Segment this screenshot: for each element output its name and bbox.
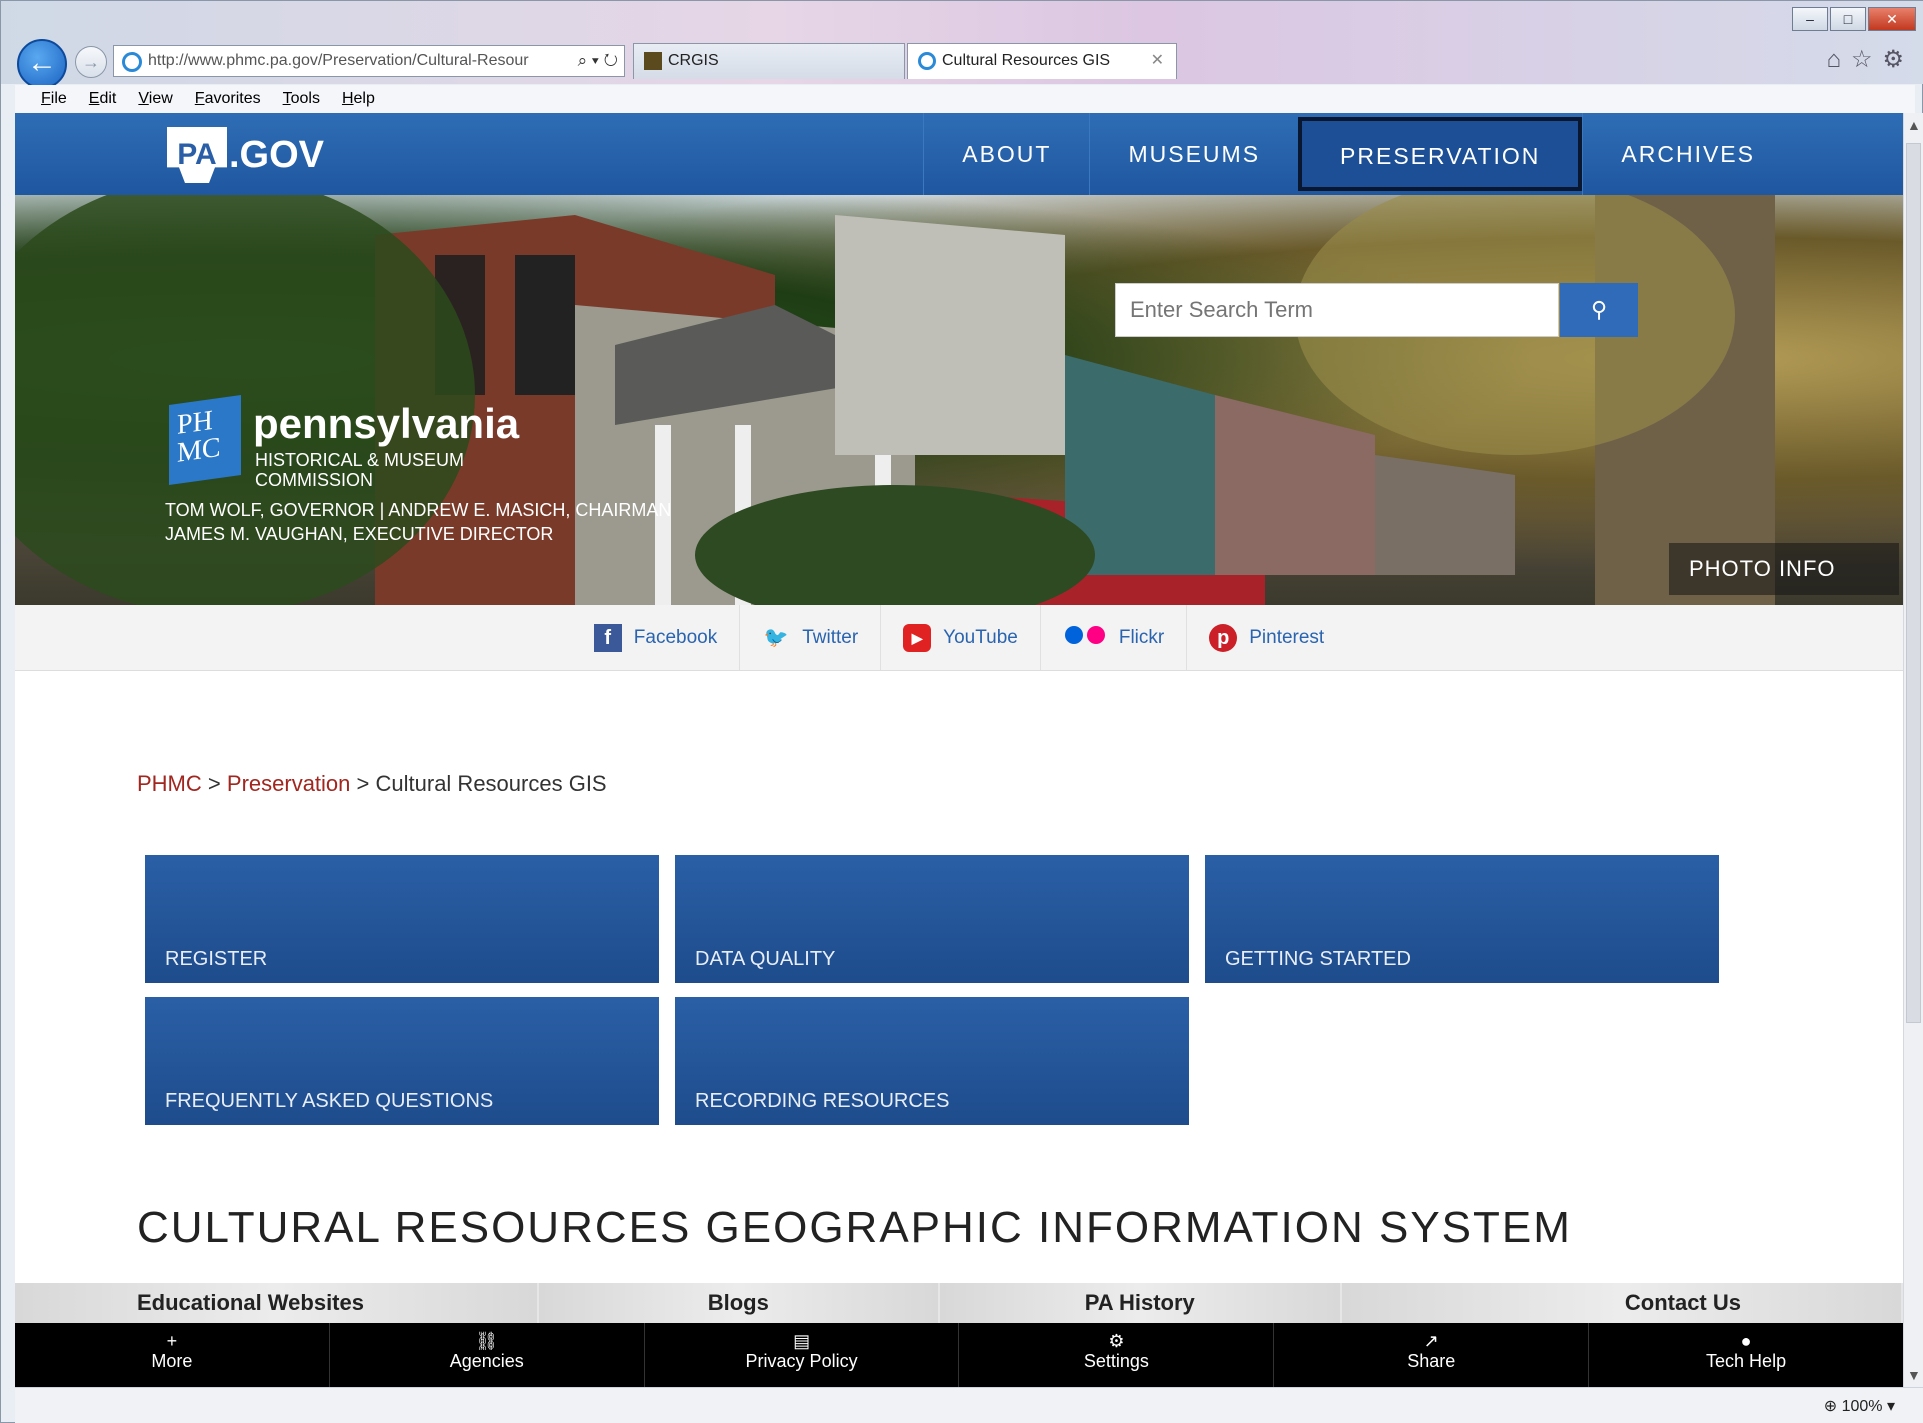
menu-tools[interactable]: Tools xyxy=(283,90,320,108)
footer-tech-help[interactable]: ● Tech Help xyxy=(1589,1323,1903,1387)
maximize-button[interactable]: □ xyxy=(1830,7,1866,31)
pa-gov-logo[interactable]: PA .GOV xyxy=(167,127,324,183)
footer-pa-history[interactable]: PA History xyxy=(940,1283,1340,1323)
zoom-icon: ⊕ xyxy=(1823,1398,1838,1415)
breadcrumb-phmc[interactable]: PHMC xyxy=(137,771,202,796)
youtube-icon: ▶ xyxy=(903,623,932,652)
officials-line-2: JAMES M. VAUGHAN, EXECUTIVE DIRECTOR xyxy=(165,524,554,544)
favorites-star-icon[interactable]: ☆ xyxy=(1851,46,1883,73)
twitter-icon: 🐦 xyxy=(763,626,789,649)
social-pinterest[interactable]: p Pinterest xyxy=(1187,605,1346,670)
tile-register[interactable]: REGISTER xyxy=(145,855,659,983)
address-text: http://www.phmc.pa.gov/Preservation/Cult… xyxy=(148,52,529,69)
tab-crgis[interactable]: CRGIS xyxy=(633,43,905,79)
social-twitter[interactable]: 🐦 Twitter xyxy=(740,605,882,670)
footer-educational-websites[interactable]: Educational Websites xyxy=(15,1283,537,1323)
menu-file[interactable]: File xyxy=(41,90,67,108)
plus-icon: + xyxy=(166,1331,178,1351)
social-facebook[interactable]: f Facebook xyxy=(572,605,741,670)
nav-about[interactable]: ABOUT xyxy=(923,113,1089,195)
keystone-icon: PA xyxy=(167,127,227,183)
gear-icon: ⚙ xyxy=(1108,1331,1125,1351)
gear-icon[interactable]: ⚙ xyxy=(1882,46,1914,73)
chat-icon: ● xyxy=(1740,1331,1752,1351)
menu-favorites[interactable]: Favorites xyxy=(195,90,261,108)
nav-museums[interactable]: MUSEUMS xyxy=(1089,113,1298,195)
scroll-up-icon[interactable]: ▲ xyxy=(1907,117,1921,133)
scroll-down-icon[interactable]: ▼ xyxy=(1907,1367,1921,1383)
breadcrumb: PHMC > Preservation > Cultural Resources… xyxy=(137,771,607,796)
tile-faq[interactable]: FREQUENTLY ASKED QUESTIONS xyxy=(145,997,659,1125)
search-input[interactable] xyxy=(1115,283,1559,337)
search-button[interactable]: ⚲ xyxy=(1560,283,1638,337)
browser-window: – □ ✕ ← → http://www.phmc.pa.gov/Preserv… xyxy=(0,0,1923,1423)
nav-archives[interactable]: ARCHIVES xyxy=(1582,113,1793,195)
page-title: CULTURAL RESOURCES GEOGRAPHIC INFORMATIO… xyxy=(137,1203,1572,1252)
address-tools-icon[interactable]: ⌕ ▾ ↻ xyxy=(578,46,618,76)
social-bar: f Facebook 🐦 Twitter ▶ YouTube Flickr p Pint… xyxy=(15,605,1903,671)
window-controls: – □ ✕ xyxy=(1790,7,1916,31)
social-youtube[interactable]: ▶ YouTube xyxy=(881,605,1041,670)
back-button[interactable]: ← xyxy=(17,39,67,89)
tile-data-quality[interactable]: DATA QUALITY xyxy=(675,855,1189,983)
menu-bar: File Edit View Favorites Tools Help xyxy=(15,85,1915,113)
footer-agencies[interactable]: ⛓ Agencies xyxy=(330,1323,645,1387)
flickr-icon xyxy=(1063,624,1107,652)
zoom-control[interactable]: ⊕ 100% ▾ xyxy=(1824,1396,1895,1416)
home-icon[interactable]: ⌂ xyxy=(1826,46,1851,73)
search-icon: ⚲ xyxy=(1590,297,1608,322)
browser-right-icons: ⌂☆⚙ xyxy=(1826,45,1914,74)
close-button[interactable]: ✕ xyxy=(1868,7,1916,31)
vertical-scrollbar[interactable]: ▲ ▼ xyxy=(1903,113,1923,1387)
page-viewport: PA .GOV ABOUT MUSEUMS PRESERVATION ARCHI… xyxy=(15,113,1903,1387)
tab-cultural-resources-gis[interactable]: Cultural Resources GIS ✕ xyxy=(907,43,1177,79)
ie-icon xyxy=(122,52,142,72)
address-bar[interactable]: http://www.phmc.pa.gov/Preservation/Cult… xyxy=(113,45,625,77)
forward-button[interactable]: → xyxy=(75,46,107,78)
org-name: pennsylvania xyxy=(253,400,520,447)
org-sub: HISTORICAL & MUSEUM COMMISSION xyxy=(255,450,465,490)
phmc-badge-icon: PH MC xyxy=(169,394,241,486)
scroll-thumb[interactable] xyxy=(1906,143,1921,1023)
footer-more[interactable]: + More xyxy=(15,1323,330,1387)
site-header: PA .GOV ABOUT MUSEUMS PRESERVATION ARCHI… xyxy=(15,113,1903,195)
share-icon: ↗ xyxy=(1423,1331,1439,1351)
breadcrumb-preservation[interactable]: Preservation xyxy=(227,771,351,796)
menu-help[interactable]: Help xyxy=(342,90,375,108)
close-tab-icon[interactable]: ✕ xyxy=(1151,44,1164,78)
link-icon: ⛓ xyxy=(475,1331,499,1351)
footer-links: Educational Websites Blogs PA History Co… xyxy=(15,1283,1903,1323)
logo-text: .GOV xyxy=(229,133,325,176)
nav-preservation[interactable]: PRESERVATION xyxy=(1298,117,1583,191)
photo-info-button[interactable]: PHOTO INFO xyxy=(1669,543,1899,595)
status-bar: ⊕ 100% ▾ xyxy=(15,1387,1923,1423)
footer-blogs[interactable]: Blogs xyxy=(538,1283,938,1323)
tile-getting-started[interactable]: GETTING STARTED xyxy=(1205,855,1719,983)
social-flickr[interactable]: Flickr xyxy=(1041,605,1188,670)
crgis-tab-icon xyxy=(644,52,662,70)
breadcrumb-current: Cultural Resources GIS xyxy=(375,771,607,796)
minimize-button[interactable]: – xyxy=(1792,7,1828,31)
hero-banner: ⚲ PH MC pennsylvania HISTORICAL & MUSEUM… xyxy=(15,195,1903,605)
officials-line-1: TOM WOLF, GOVERNOR | ANDREW E. MASICH, C… xyxy=(165,500,672,520)
menu-view[interactable]: View xyxy=(138,90,172,108)
pa-footer-bar: + More ⛓ Agencies ▤ Privacy Policy ⚙ Setting… xyxy=(15,1323,1903,1387)
document-icon: ▤ xyxy=(793,1331,811,1351)
ie-tab-icon xyxy=(918,52,936,70)
pinterest-icon: p xyxy=(1209,623,1238,652)
tile-recording-resources[interactable]: RECORDING RESOURCES xyxy=(675,997,1189,1125)
menu-edit[interactable]: Edit xyxy=(89,90,117,108)
footer-privacy-policy[interactable]: ▤ Privacy Policy xyxy=(645,1323,960,1387)
facebook-icon: f xyxy=(593,623,622,652)
main-nav: ABOUT MUSEUMS PRESERVATION ARCHIVES xyxy=(923,113,1793,195)
footer-contact-us[interactable]: Contact Us xyxy=(1341,1283,1901,1323)
browser-toolbar: – □ ✕ ← → http://www.phmc.pa.gov/Preserv… xyxy=(1,1,1923,89)
footer-share[interactable]: ↗ Share xyxy=(1274,1323,1590,1387)
footer-settings[interactable]: ⚙ Settings xyxy=(959,1323,1275,1387)
